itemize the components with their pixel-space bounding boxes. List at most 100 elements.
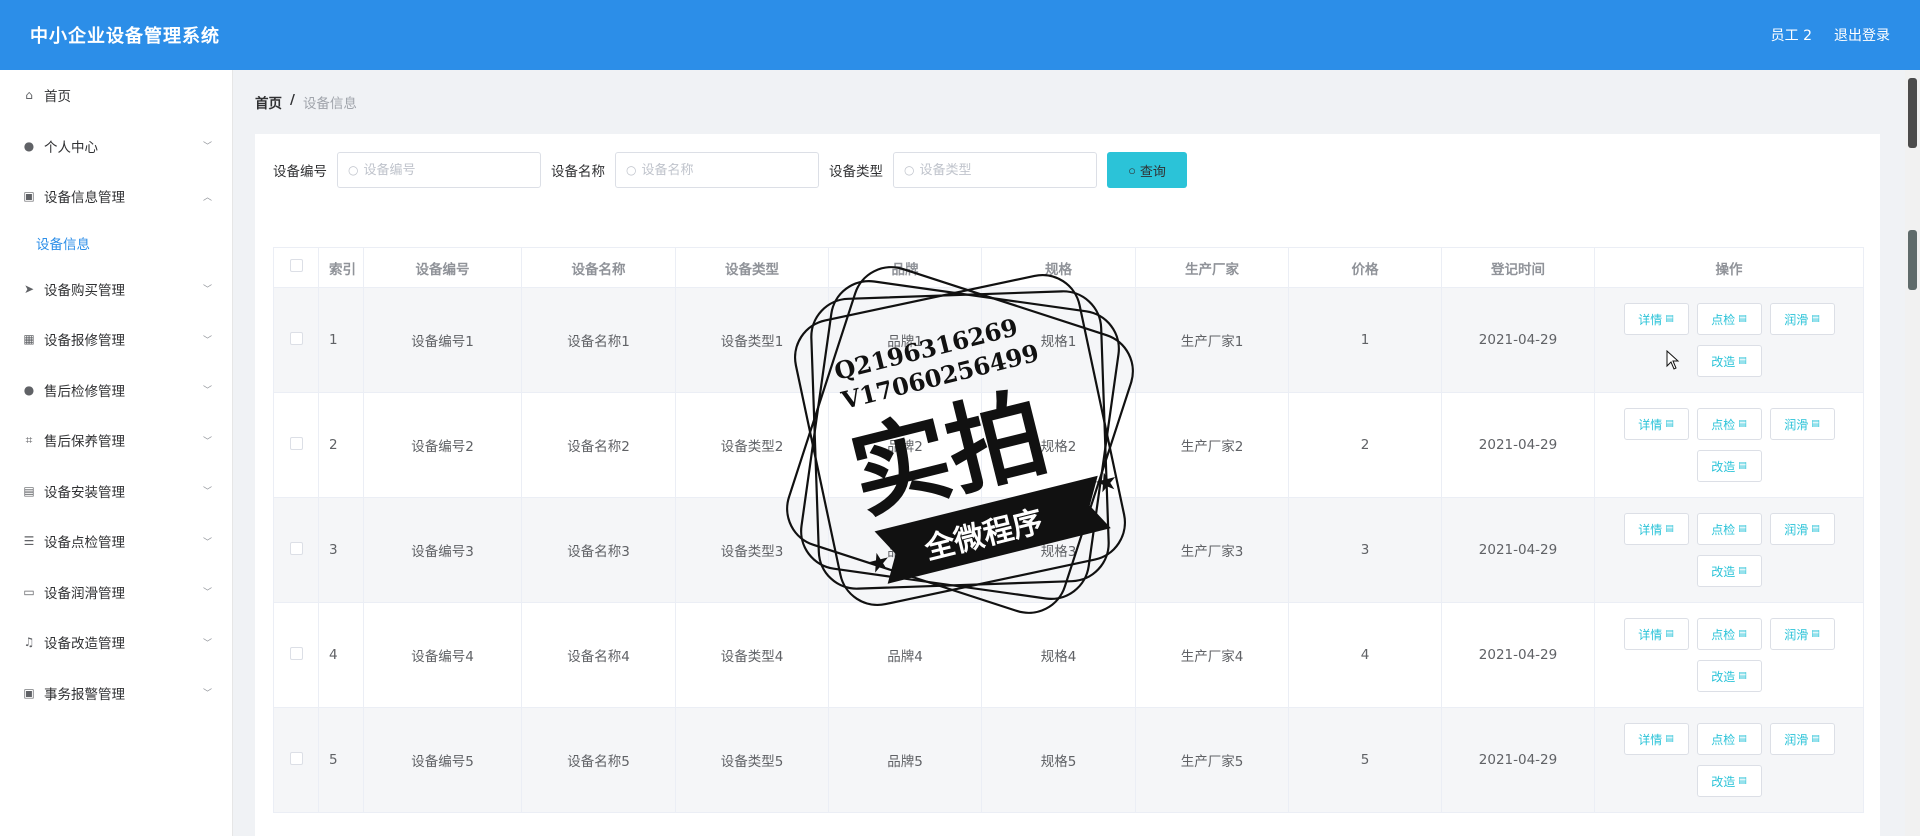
action-button-label: 润滑: [1784, 312, 1809, 327]
action-button-2[interactable]: 润滑 ▤: [1769, 303, 1835, 335]
action-button-0[interactable]: 详情 ▤: [1623, 303, 1689, 335]
action-button-2[interactable]: 润滑 ▤: [1769, 723, 1835, 755]
cell-spec: 规格1: [981, 287, 1136, 393]
action-button-label: 改造: [1711, 564, 1736, 579]
sidebar-item-5[interactable]: ● 售后检修管理 ﹀: [0, 365, 232, 416]
search-input[interactable]: [363, 162, 524, 178]
action-button-1[interactable]: 点检 ▤: [1696, 303, 1762, 335]
user-icon: ●: [23, 138, 35, 153]
search-input-wrapper: ○: [893, 152, 1097, 188]
cell-brand: 品牌3: [828, 497, 982, 603]
search-form: 设备编号○设备名称○设备类型○○查询: [273, 152, 1187, 188]
action-button-3[interactable]: 改造 ▤: [1696, 555, 1762, 587]
action-button-1[interactable]: 点检 ▤: [1696, 723, 1762, 755]
action-button-3[interactable]: 改造 ▤: [1696, 450, 1762, 482]
query-button[interactable]: ○ 查询: [1107, 152, 1187, 188]
action-button-2[interactable]: 润滑 ▤: [1769, 408, 1835, 440]
crop-icon: ⌗: [25, 432, 33, 447]
action-button-0[interactable]: 详情 ▤: [1623, 618, 1689, 650]
cell-code: 设备编号1: [363, 287, 522, 393]
scroll-thumb[interactable]: [1908, 78, 1917, 148]
cell-idx: 2: [318, 392, 364, 498]
cell-maker: 生产厂家2: [1135, 392, 1289, 498]
action-button-3[interactable]: 改造 ▤: [1696, 345, 1762, 377]
search-input[interactable]: [919, 162, 1080, 178]
cell-spec: 规格5: [981, 707, 1136, 813]
action-button-1[interactable]: 点检 ▤: [1696, 408, 1762, 440]
action-button-2[interactable]: 润滑 ▤: [1769, 618, 1835, 650]
cell-actions: 详情 ▤ 点检 ▤ 润滑 ▤ 改造 ▤: [1594, 707, 1864, 813]
logout-button[interactable]: 退出登录: [1834, 25, 1890, 45]
action-button-0[interactable]: 详情 ▤: [1623, 408, 1689, 440]
action-button-0[interactable]: 详情 ▤: [1623, 513, 1689, 545]
document-icon: ▤: [1665, 524, 1674, 534]
action-button-label: 详情: [1638, 417, 1663, 432]
sidebar-item-label: 设备安装管理: [44, 484, 125, 501]
row-checkbox[interactable]: [289, 436, 303, 450]
table-row: 2 设备编号2 设备名称2 设备类型2 品牌2 规格2 生产厂家2 2 2021-04-29 详情…: [273, 392, 1864, 498]
cell-idx: 5: [318, 707, 364, 813]
action-button-label: 详情: [1638, 312, 1663, 327]
cell-actions: 详情 ▤ 点检 ▤ 润滑 ▤ 改造 ▤: [1594, 497, 1864, 603]
action-button-0[interactable]: 详情 ▤: [1623, 723, 1689, 755]
sidebar-item-2[interactable]: ▣ 设备信息管理 ︿: [0, 171, 232, 222]
equipment-table: 索引 设备编号 设备名称 设备类型 品牌 规格 生产厂家 价格 登记时间 操作 1 设备编号1 设备名…: [273, 247, 1864, 813]
row-checkbox[interactable]: [289, 541, 303, 555]
sidebar-item-10[interactable]: ♫ 设备改造管理 ﹀: [0, 617, 232, 668]
sidebar-item-8[interactable]: ☰ 设备点检管理 ﹀: [0, 516, 232, 567]
document-icon: ▤: [1738, 356, 1747, 366]
sidebar-item-6[interactable]: ⌗ 售后保养管理 ﹀: [0, 415, 232, 466]
action-button-label: 点检: [1711, 627, 1736, 642]
column-header: 价格: [1288, 247, 1442, 288]
sidebar-item-9[interactable]: ▭ 设备润滑管理 ﹀: [0, 567, 232, 618]
cell-name: 设备名称2: [521, 392, 676, 498]
cell-code: 设备编号2: [363, 392, 522, 498]
cell-date: 2021-04-29: [1441, 707, 1595, 813]
action-button-1[interactable]: 点检 ▤: [1696, 513, 1762, 545]
cell-name: 设备名称3: [521, 497, 676, 603]
sidebar-item-label: 个人中心: [44, 139, 98, 156]
cell-price: 5: [1288, 707, 1442, 813]
chevron-down-icon: ﹀: [202, 386, 212, 397]
sidebar-item-4[interactable]: ▦ 设备报修管理 ﹀: [0, 314, 232, 365]
home-icon: ⌂: [25, 88, 33, 103]
breadcrumb-home[interactable]: 首页: [255, 92, 282, 112]
page-scrollbar[interactable]: [1905, 70, 1920, 836]
scroll-thumb-secondary[interactable]: [1908, 230, 1917, 290]
sidebar-item-7[interactable]: ▤ 设备安装管理 ﹀: [0, 466, 232, 517]
action-button-label: 改造: [1711, 774, 1736, 789]
cell-brand: 品牌2: [828, 392, 982, 498]
cell-name: 设备名称4: [521, 602, 676, 708]
search-input[interactable]: [641, 162, 802, 178]
row-checkbox[interactable]: [289, 751, 303, 765]
row-checkbox[interactable]: [289, 331, 303, 345]
row-select-cell: [273, 707, 319, 813]
query-button-label: 查询: [1139, 163, 1166, 179]
chevron-down-icon: ﹀: [202, 588, 212, 599]
table-row: 1 设备编号1 设备名称1 设备类型1 品牌1 规格1 生产厂家1 1 2021-04-29 详情…: [273, 287, 1864, 393]
select-all-checkbox[interactable]: [289, 259, 303, 272]
action-button-label: 详情: [1638, 732, 1663, 747]
column-header: 品牌: [828, 247, 982, 288]
document-icon: ▤: [1738, 524, 1747, 534]
current-user[interactable]: 员工 2: [1771, 25, 1812, 45]
sidebar-item-1[interactable]: ● 个人中心 ﹀: [0, 121, 232, 172]
action-button-label: 改造: [1711, 669, 1736, 684]
action-button-2[interactable]: 润滑 ▤: [1769, 513, 1835, 545]
sidebar-item-11[interactable]: ▣ 事务报警管理 ﹀: [0, 668, 232, 719]
action-button-label: 润滑: [1784, 732, 1809, 747]
action-button-label: 点检: [1711, 417, 1736, 432]
sidebar-item-0[interactable]: ⌂ 首页: [0, 70, 232, 121]
action-button-3[interactable]: 改造 ▤: [1696, 660, 1762, 692]
top-header-bar: 中小企业设备管理系统 员工 2 退出登录: [0, 0, 1920, 70]
sidebar-item-label: 设备报修管理: [44, 333, 125, 350]
sidebar-item-3[interactable]: ➤ 设备购买管理 ﹀: [0, 264, 232, 315]
chevron-down-icon: ﹀: [202, 689, 212, 700]
row-checkbox[interactable]: [289, 646, 303, 660]
document-icon: ▤: [1738, 734, 1747, 744]
breadcrumb-current: 设备信息: [302, 96, 357, 112]
action-button-1[interactable]: 点检 ▤: [1696, 618, 1762, 650]
action-button-3[interactable]: 改造 ▤: [1696, 765, 1762, 797]
column-header: 设备类型: [675, 247, 829, 288]
submenu-item-equipment-info[interactable]: 设备信息: [0, 222, 232, 264]
